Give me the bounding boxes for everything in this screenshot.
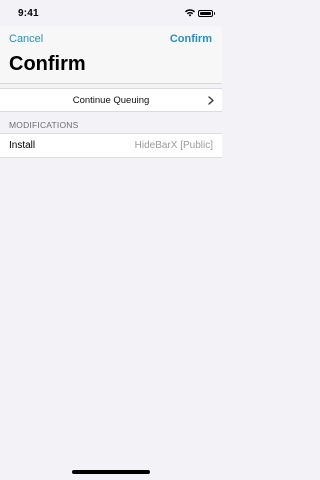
status-time: 9:41: [18, 8, 39, 19]
wifi-icon: [185, 9, 195, 17]
modifications-section-header: MODIFICATIONS: [9, 120, 79, 130]
status-bar: 9:41: [0, 0, 222, 26]
battery-cap: [213, 12, 215, 15]
battery-icon: [198, 9, 215, 17]
chevron-right-icon: [208, 96, 214, 105]
battery-fill: [200, 11, 211, 15]
confirm-button[interactable]: Confirm: [170, 33, 212, 45]
cancel-button[interactable]: Cancel: [9, 33, 43, 45]
continue-queuing-button[interactable]: Continue Queuing: [0, 88, 222, 112]
page-title: Confirm: [9, 53, 86, 75]
continue-queuing-label: Continue Queuing: [72, 95, 150, 106]
confirm-screen: 9:41 Cancel Confirm Confirm Continue Que…: [0, 0, 222, 480]
home-indicator[interactable]: [72, 470, 150, 474]
modification-action: Install: [9, 140, 36, 151]
list-item: Install HideBarX [Public]: [0, 133, 222, 158]
modification-package: HideBarX [Public]: [134, 140, 213, 151]
status-icons: [185, 9, 215, 17]
navigation-bar: Cancel Confirm Confirm: [0, 26, 222, 84]
